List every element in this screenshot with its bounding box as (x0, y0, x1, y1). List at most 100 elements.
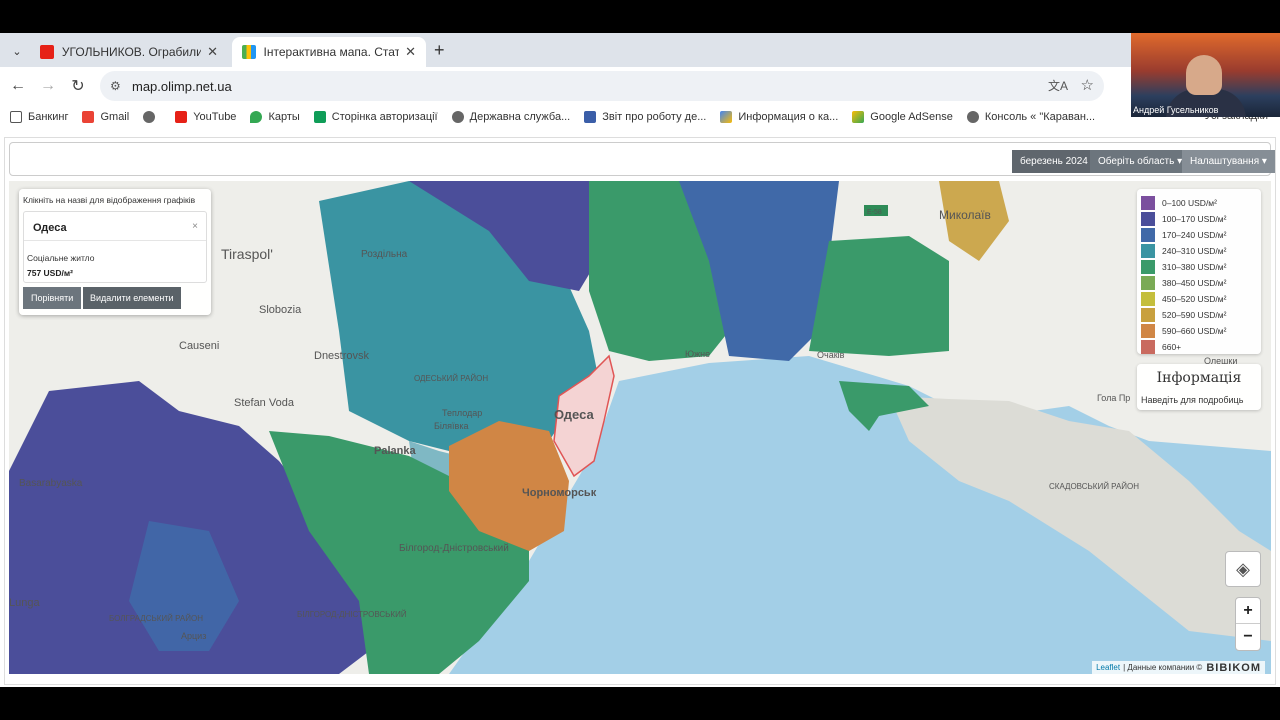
region-select[interactable]: Оберіть область ▾ (1090, 150, 1191, 173)
region-card[interactable]: Одеса × Соціальне житло 757 USD/м² (23, 211, 207, 283)
webcam-person-head (1186, 55, 1222, 95)
map-label-causeni: Causeni (179, 340, 219, 352)
adsense-icon (852, 111, 865, 123)
new-tab-icon[interactable]: + (434, 40, 445, 61)
attribution-text: | Данные компании © (1123, 663, 1203, 672)
bookmark-label: Gmail (100, 111, 130, 123)
page-header: березень 2024 Оберіть область ▾ Налаштув… (9, 142, 1275, 176)
map-label-teplodar: Теплодар (442, 408, 482, 418)
compare-button[interactable]: Порівняти (23, 287, 82, 309)
tab-map[interactable]: Інтерактивна мапа. Статистика ✕ (232, 37, 426, 67)
bookmark-adsense[interactable]: Google AdSense (852, 111, 953, 123)
legend-label: 590–660 USD/м² (1162, 326, 1227, 336)
browser-window: ⌄ УГОЛЬНИКОВ. Ограбили в США ✕ Інтеракти… (0, 33, 1280, 687)
toolbar: ← → ↻ ⚙ map.olimp.net.ua 文A ☆ (0, 67, 1280, 105)
legend-item: 660+ (1141, 339, 1257, 355)
bookmark-label: YouTube (193, 111, 237, 123)
forward-icon[interactable]: → (37, 75, 59, 97)
bookmark-info[interactable]: Информация о ка... (720, 111, 838, 123)
map-label-dnestrovsk: Dnestrovsk (314, 350, 370, 362)
road-sign-e58-label: E-58 (867, 209, 882, 216)
close-tab-icon[interactable]: ✕ (405, 44, 416, 60)
legend-item: 240–310 USD/м² (1141, 243, 1257, 259)
map-label-ochakiv: Очаків (817, 350, 845, 360)
legend-item: 0–100 USD/м² (1141, 195, 1257, 211)
site-settings-icon[interactable]: ⚙ (110, 79, 126, 93)
leaflet-link[interactable]: Leaflet (1096, 663, 1120, 672)
tab-title: УГОЛЬНИКОВ. Ограбили в США (61, 45, 202, 59)
housing-category: Соціальне житло (27, 253, 95, 263)
legend-item: 520–590 USD/м² (1141, 307, 1257, 323)
bookmark-label: Сторінка авторизації (331, 111, 438, 123)
tab-youtube[interactable]: УГОЛЬНИКОВ. Ограбили в США ✕ (30, 37, 228, 67)
legend-swatch (1141, 244, 1155, 258)
settings-dropdown[interactable]: Налаштування ▾ (1182, 150, 1275, 173)
bookmark-label: Информация о ка... (738, 111, 839, 123)
bookmark-globe[interactable] (143, 111, 161, 123)
bookmark-star-icon[interactable]: ☆ (1081, 76, 1094, 94)
legend-label: 170–240 USD/м² (1162, 230, 1227, 240)
reload-icon[interactable]: ↻ (67, 75, 89, 97)
price-value: 757 USD/м² (27, 268, 73, 278)
bookmark-label: Державна служба... (469, 111, 571, 123)
translate-icon[interactable]: 文A (1048, 77, 1068, 94)
map[interactable]: Tiraspol' Slobozia Causeni Dnestrovsk St… (9, 181, 1271, 674)
divider (24, 240, 206, 241)
bookmark-report[interactable]: Звіт про роботу де... (584, 111, 706, 123)
address-bar[interactable]: ⚙ map.olimp.net.ua 文A ☆ (100, 71, 1104, 101)
remove-elements-button[interactable]: Видалити елементи (83, 287, 181, 309)
screen: ⌄ УГОЛЬНИКОВ. Ограбили в США ✕ Інтеракти… (0, 0, 1280, 720)
bookmark-youtube[interactable]: YouTube (175, 111, 236, 123)
legend-item: 310–380 USD/м² (1141, 259, 1257, 275)
close-icon[interactable]: × (192, 221, 198, 232)
web-page: березень 2024 Оберіть область ▾ Налаштув… (4, 137, 1276, 685)
bookmark-label: Банкинг (28, 111, 69, 123)
globe-icon (143, 111, 156, 123)
globe-icon (966, 111, 979, 123)
legend-label: 100–170 USD/м² (1162, 214, 1227, 224)
legend-item: 170–240 USD/м² (1141, 227, 1257, 243)
bibikom-logo: BIBIKOM (1206, 661, 1261, 674)
back-icon[interactable]: ← (7, 75, 29, 97)
bookmark-state-service[interactable]: Державна служба... (451, 111, 571, 123)
bookmark-banking[interactable]: Банкинг (10, 111, 68, 123)
map-label-stefan-voda: Stefan Voda (234, 397, 295, 409)
map-label-odesa: Одеса (554, 407, 594, 422)
map-label-palanka: Palanka (374, 445, 416, 457)
zoom-in-button[interactable]: + (1236, 598, 1260, 624)
map-label-skadovskyi: СКАДОВСЬКИЙ РАЙОН (1049, 482, 1139, 491)
maps-pin-icon (250, 111, 263, 123)
legend-item: 450–520 USD/м² (1141, 291, 1257, 307)
legend-label: 450–520 USD/м² (1162, 294, 1227, 304)
privatbank-icon (313, 111, 326, 123)
close-tab-icon[interactable]: ✕ (207, 44, 218, 60)
region-info-panel: Клікніть на назві для відображення графі… (19, 189, 211, 315)
chart-icon (242, 45, 256, 59)
legend-swatch (1141, 340, 1155, 354)
map-label-hola-prystan: Гола Пр (1097, 393, 1130, 403)
bookmark-label: Консоль « "Караван... (984, 111, 1096, 123)
settings-label: Налаштування (1190, 156, 1260, 167)
legend-swatch (1141, 276, 1155, 290)
map-label-basarabyaska: Basarabyaska (19, 478, 83, 489)
bookmark-maps[interactable]: Карты (250, 111, 300, 123)
bookmark-console[interactable]: Консоль « "Караван... (966, 111, 1096, 123)
info-box-title: Інформація (1156, 370, 1242, 386)
map-label-slobozia: Slobozia (259, 304, 302, 316)
region-name[interactable]: Одеса (33, 222, 67, 234)
map-label-bilhorod-raion: БІЛГОРОД-ДНІСТРОВСЬКИЙ (297, 610, 407, 619)
legend-swatch (1141, 308, 1155, 322)
bookmark-gmail[interactable]: Gmail (82, 111, 129, 123)
zoom-control: + − (1235, 597, 1261, 651)
info-box-subtitle: Наведіть для подробиць (1141, 395, 1244, 405)
layers-icon[interactable]: ◈ (1225, 551, 1261, 587)
zoom-out-button[interactable]: − (1236, 624, 1260, 650)
map-attribution: Leaflet | Данные компании © BIBIKOM (1092, 661, 1265, 674)
bookmark-auth[interactable]: Сторінка авторизації (313, 111, 438, 123)
legend-label: 0–100 USD/м² (1162, 198, 1217, 208)
legend-swatch (1141, 260, 1155, 274)
map-label-chornomorsk: Чорноморськ (522, 487, 597, 499)
date-select[interactable]: березень 2024 (1012, 150, 1096, 173)
tab-search-icon[interactable]: ⌄ (8, 42, 26, 60)
map-label-lunga: Lunga (9, 597, 40, 609)
